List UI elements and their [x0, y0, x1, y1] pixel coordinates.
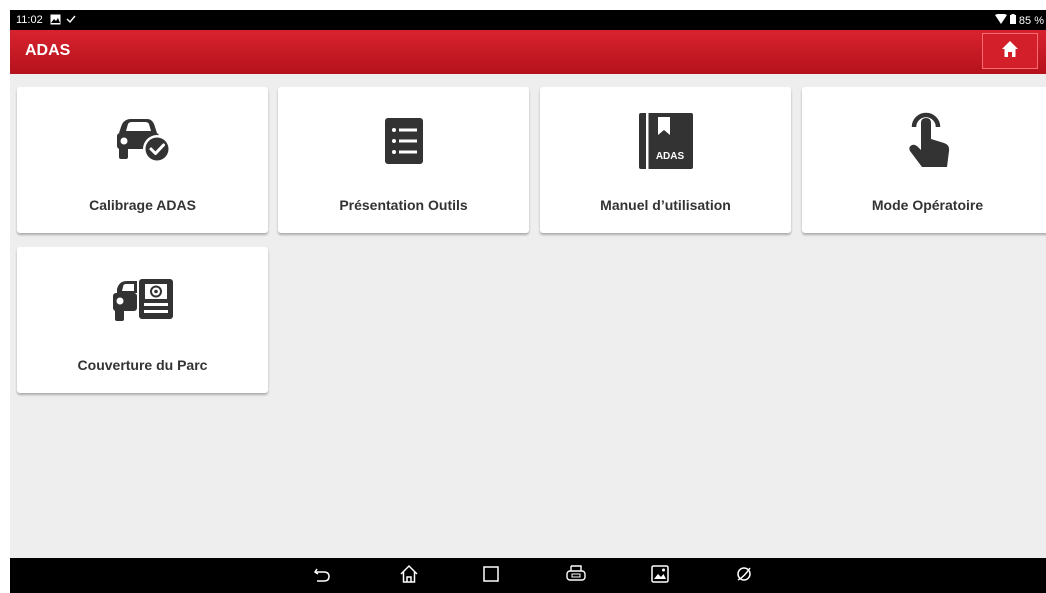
check-notification-icon: [66, 14, 76, 27]
image-notification-icon: [50, 14, 61, 28]
home-icon: [1001, 40, 1019, 63]
nav-home-button[interactable]: [398, 564, 420, 589]
manual-icon-text: ADAS: [655, 151, 684, 162]
tile-presentation-outils[interactable]: Présentation Outils: [278, 87, 529, 233]
home-outline-icon: [399, 564, 419, 589]
tile-label: Couverture du Parc: [77, 357, 208, 373]
browser-button[interactable]: [733, 565, 755, 587]
gallery-icon: [651, 564, 669, 588]
tile-calibrage-adas[interactable]: Calibrage ADAS: [17, 87, 268, 233]
back-icon: [313, 565, 331, 588]
tile-label: Présentation Outils: [339, 197, 468, 213]
recents-icon: [483, 565, 499, 587]
back-button[interactable]: [311, 565, 333, 587]
battery-icon: [1009, 14, 1016, 27]
car-card-icon: [111, 269, 175, 333]
tile-mode-operatoire[interactable]: Mode Opératoire: [802, 87, 1046, 233]
page-title: ADAS: [25, 42, 71, 59]
car-check-icon: [111, 109, 175, 173]
manual-book-icon: ADAS: [634, 109, 698, 173]
tile-label: Manuel d’utilisation: [600, 197, 731, 213]
vci-button[interactable]: [565, 564, 587, 588]
gallery-button[interactable]: [649, 564, 671, 588]
device-screen: 11:02 85 % ADAS Calibrage ADAS Présentat…: [10, 10, 1046, 593]
tile-label: Calibrage ADAS: [89, 197, 196, 213]
status-time: 11:02: [16, 14, 43, 26]
wifi-icon: [994, 13, 1007, 27]
touch-hand-icon: [896, 109, 960, 173]
status-right: 85 %: [994, 13, 1044, 27]
battery-level: 85 %: [1018, 14, 1044, 27]
status-bar: 11:02 85 %: [10, 10, 1046, 30]
app-bar: ADAS: [10, 30, 1046, 74]
list-icon: [372, 109, 436, 173]
tile-couverture-parc[interactable]: Couverture du Parc: [17, 247, 268, 393]
browser-icon: [735, 565, 753, 588]
navigation-bar: [10, 558, 1046, 593]
tile-manuel-utilisation[interactable]: ADAS Manuel d’utilisation: [540, 87, 791, 233]
recents-button[interactable]: [480, 565, 502, 587]
home-button[interactable]: [982, 33, 1038, 69]
tile-label: Mode Opératoire: [871, 197, 984, 213]
vci-icon: [566, 564, 586, 588]
